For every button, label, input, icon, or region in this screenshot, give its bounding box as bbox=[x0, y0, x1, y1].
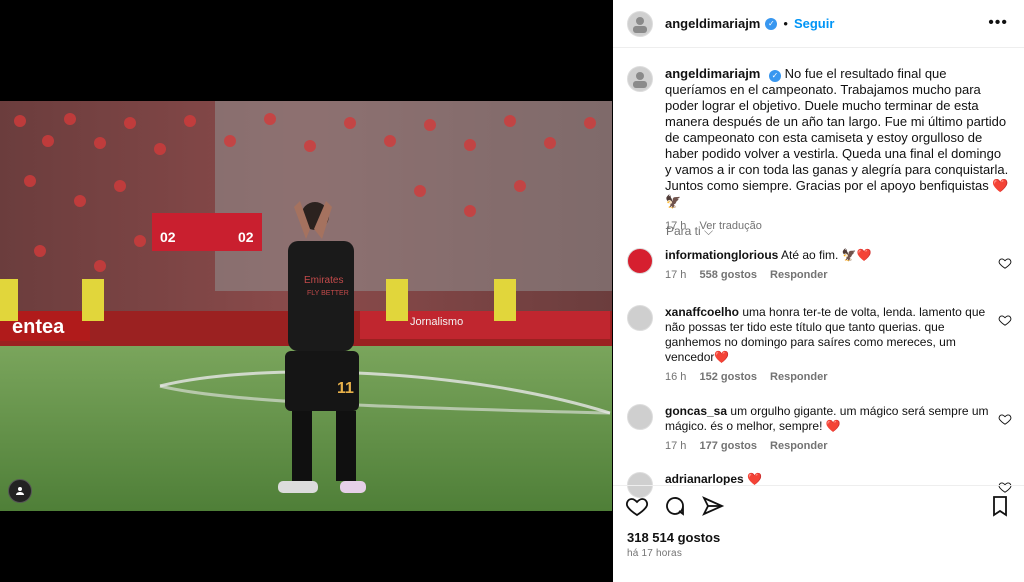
reply-button[interactable]: Responder bbox=[770, 371, 827, 383]
verified-badge-icon: ✓ bbox=[765, 17, 778, 30]
comment-item: xanaffcoelho uma honra ter-te de volta, … bbox=[627, 305, 1022, 385]
post-photo[interactable]: 02 02 entea Jornalismo Emirates FLY BETT… bbox=[0, 101, 612, 511]
reply-button[interactable]: Responder bbox=[770, 269, 827, 281]
bookmark-icon[interactable] bbox=[988, 494, 1012, 518]
comment-body: goncas_sa um orgulho gigante. um mágico … bbox=[665, 404, 995, 454]
comment-meta: 16 h 152 gostos Responder bbox=[665, 370, 995, 385]
caption-verified-badge-icon: ✓ bbox=[769, 70, 781, 82]
likes-count[interactable]: 318 514 gostos bbox=[627, 530, 720, 545]
comment-text: ❤️ bbox=[747, 472, 762, 486]
chevron-down-icon: ⌵ bbox=[704, 224, 714, 238]
post-actions bbox=[625, 494, 725, 518]
comment-item: goncas_sa um orgulho gigante. um mágico … bbox=[627, 404, 1022, 454]
comment-avatar[interactable] bbox=[627, 305, 653, 331]
post-header: angeldimariajm ✓ • Seguir ••• bbox=[613, 0, 1024, 48]
svg-text:11: 11 bbox=[337, 380, 354, 397]
post-time: há 17 horas bbox=[627, 548, 683, 559]
separator-dot: • bbox=[783, 16, 788, 31]
comment-avatar[interactable] bbox=[627, 248, 653, 274]
comment-meta: 17 h 558 gostos Responder bbox=[665, 268, 995, 283]
caption: angeldimariajm ✓ No fue el resultado fin… bbox=[627, 66, 1017, 234]
svg-text:FLY BETTER: FLY BETTER bbox=[307, 290, 349, 297]
comment-item: informationglorious Até ao fim. 🦅❤️ 17 h… bbox=[627, 248, 1022, 283]
for-you-dropdown[interactable]: Para ti ⌵ bbox=[666, 224, 713, 239]
comment-username[interactable]: informationglorious bbox=[665, 248, 778, 262]
caption-avatar[interactable] bbox=[627, 66, 653, 92]
post-sidebar: angeldimariajm ✓ • Seguir ••• angeldimar… bbox=[613, 0, 1024, 582]
caption-meta: 17 h Ver tradução bbox=[665, 218, 1011, 234]
media-panel: 02 02 entea Jornalismo Emirates FLY BETT… bbox=[0, 0, 612, 582]
reply-button[interactable]: Responder bbox=[770, 440, 827, 452]
caption-text: No fue el resultado final que queríamos … bbox=[665, 66, 1009, 209]
more-options-icon[interactable]: ••• bbox=[988, 14, 1008, 32]
svg-text:entea: entea bbox=[12, 316, 65, 338]
caption-username[interactable]: angeldimariajm bbox=[665, 66, 760, 81]
comment-time: 17 h bbox=[665, 440, 687, 452]
comment-body: xanaffcoelho uma honra ter-te de volta, … bbox=[665, 305, 995, 385]
comment-username[interactable]: adrianarlopes bbox=[665, 472, 744, 486]
follow-button[interactable]: Seguir bbox=[794, 16, 834, 31]
comment-body: informationglorious Até ao fim. 🦅❤️ 17 h… bbox=[665, 248, 995, 283]
comment-username[interactable]: goncas_sa bbox=[665, 404, 727, 418]
svg-text:02: 02 bbox=[238, 229, 254, 245]
instagram-post-view: 02 02 entea Jornalismo Emirates FLY BETT… bbox=[0, 0, 1024, 582]
comment-likes[interactable]: 152 gostos bbox=[699, 371, 756, 383]
comment-meta: 17 h 177 gostos Responder bbox=[665, 439, 995, 454]
comment-avatar[interactable] bbox=[627, 404, 653, 430]
svg-text:Jornalismo: Jornalismo bbox=[410, 316, 463, 328]
comment-text: Até ao fim. 🦅❤️ bbox=[781, 248, 872, 262]
divider bbox=[613, 485, 1024, 486]
svg-text:02: 02 bbox=[160, 229, 176, 245]
svg-text:Emirates: Emirates bbox=[304, 275, 343, 286]
heart-icon[interactable] bbox=[998, 412, 1012, 426]
for-you-label: Para ti bbox=[666, 224, 701, 238]
comment-icon[interactable] bbox=[663, 494, 687, 518]
heart-icon[interactable] bbox=[998, 480, 1012, 494]
comment-time: 17 h bbox=[665, 269, 687, 281]
tagged-users-icon[interactable] bbox=[8, 479, 32, 503]
heart-icon[interactable] bbox=[998, 313, 1012, 327]
heart-icon[interactable] bbox=[998, 256, 1012, 270]
username[interactable]: angeldimariajm bbox=[665, 16, 760, 31]
heart-icon[interactable] bbox=[625, 494, 649, 518]
comment-username[interactable]: xanaffcoelho bbox=[665, 305, 739, 319]
comment-likes[interactable]: 558 gostos bbox=[699, 269, 756, 281]
caption-text-block: angeldimariajm ✓ No fue el resultado fin… bbox=[665, 66, 1011, 234]
comment-likes[interactable]: 177 gostos bbox=[699, 440, 756, 452]
share-icon[interactable] bbox=[701, 494, 725, 518]
comment-time: 16 h bbox=[665, 371, 687, 383]
avatar[interactable] bbox=[627, 10, 653, 37]
